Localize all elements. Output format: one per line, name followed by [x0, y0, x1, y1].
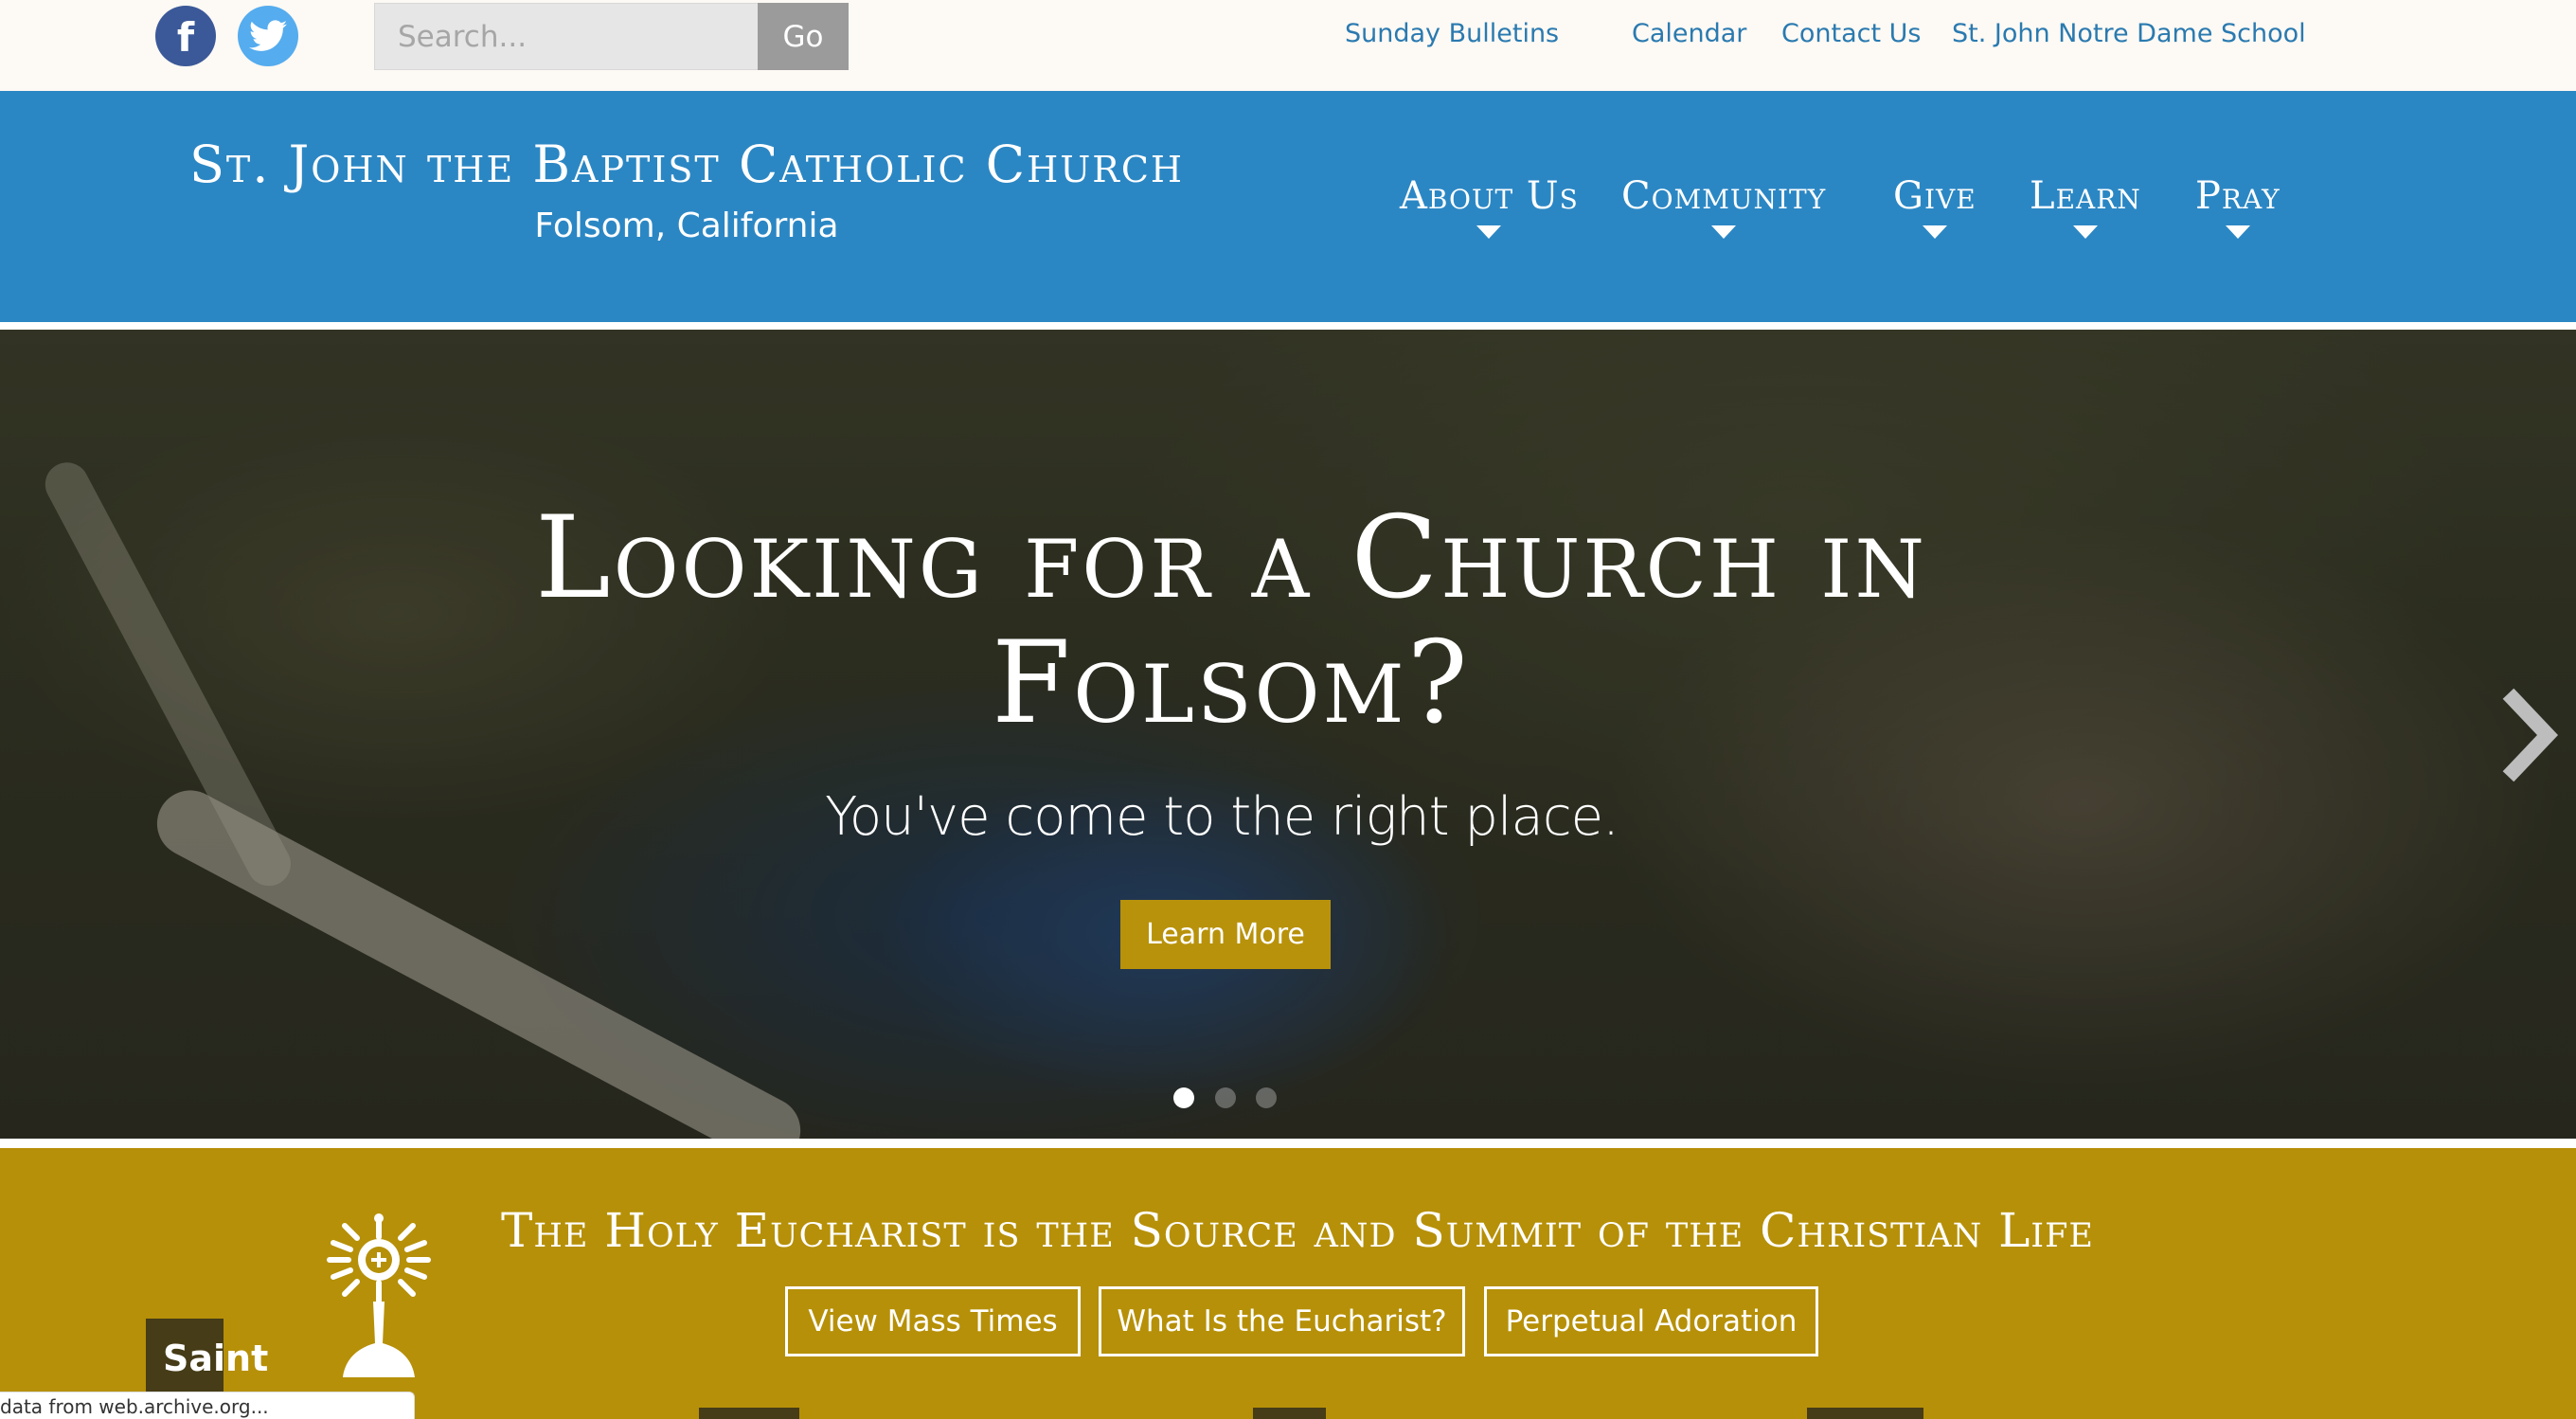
saint-label: Saint	[163, 1338, 269, 1379]
what-is-eucharist-button[interactable]: What Is the Eucharist?	[1099, 1286, 1465, 1356]
top-utility-bar: f Go Sunday Bulletins Calendar Contact U…	[0, 0, 2576, 91]
caret-down-icon	[2225, 225, 2250, 239]
hero-title: Looking for a Church in Folsom?	[535, 493, 1927, 749]
search-input[interactable]	[374, 3, 759, 70]
search-go-button[interactable]: Go	[758, 3, 849, 70]
contact-us-link[interactable]: Contact Us	[1781, 19, 1921, 48]
section-tab	[1253, 1408, 1326, 1419]
top-links: Sunday Bulletins Calendar Contact Us St.…	[1345, 19, 2576, 57]
sunday-bulletins-link[interactable]: Sunday Bulletins	[1345, 19, 1559, 48]
slide-dot-2[interactable]	[1215, 1087, 1236, 1108]
slide-dot-1[interactable]	[1173, 1087, 1194, 1108]
site-header: St. John the Baptist Catholic Church Fol…	[0, 91, 2576, 322]
caret-down-icon	[1711, 225, 1737, 239]
monstrance-icon	[327, 1213, 431, 1377]
hero-slider: Looking for a Church in Folsom? You've c…	[0, 330, 2576, 1139]
svg-text:f: f	[177, 14, 195, 61]
perpetual-adoration-button[interactable]: Perpetual Adoration	[1484, 1286, 1818, 1356]
site-title[interactable]: St. John the Baptist Catholic Church	[95, 135, 1279, 194]
hero-top-divider	[0, 322, 2576, 330]
chevron-right-icon[interactable]	[2502, 688, 2559, 782]
facebook-icon[interactable]: f	[155, 6, 216, 66]
nav-label: Community	[1621, 174, 1827, 218]
nav-label: Give	[1893, 174, 1977, 218]
slide-dot-3[interactable]	[1256, 1087, 1277, 1108]
nav-pray[interactable]: Pray	[2195, 174, 2281, 239]
eucharist-band: The Holy Eucharist is the Source and Sum…	[0, 1148, 2576, 1419]
nav-community[interactable]: Community	[1621, 174, 1826, 239]
school-link[interactable]: St. John Notre Dame School	[1952, 19, 2306, 48]
nav-label: Learn	[2030, 174, 2141, 218]
gold-top-divider	[0, 1139, 2576, 1148]
nav-label: About Us	[1400, 174, 1579, 218]
section-tab	[699, 1408, 799, 1419]
view-mass-times-button[interactable]: View Mass Times	[785, 1286, 1081, 1356]
site-subtitle: Folsom, California	[534, 207, 839, 245]
learn-more-button[interactable]: Learn More	[1120, 900, 1331, 969]
section-tab	[1807, 1408, 1923, 1419]
caret-down-icon	[1922, 225, 1947, 239]
nav-label: Pray	[2195, 174, 2281, 218]
nav-give[interactable]: Give	[1893, 174, 1977, 239]
caret-down-icon	[1476, 225, 1502, 239]
eucharist-title: The Holy Eucharist is the Source and Sum…	[501, 1203, 2094, 1258]
caret-down-icon	[2072, 225, 2098, 239]
calendar-link[interactable]: Calendar	[1632, 19, 1746, 48]
nav-about-us[interactable]: About Us	[1400, 174, 1579, 239]
nav-learn[interactable]: Learn	[2030, 174, 2141, 239]
hero-subtitle: You've come to the right place.	[825, 786, 1619, 848]
twitter-icon[interactable]	[238, 6, 298, 66]
browser-status-bar: data from web.archive.org...	[0, 1392, 415, 1419]
